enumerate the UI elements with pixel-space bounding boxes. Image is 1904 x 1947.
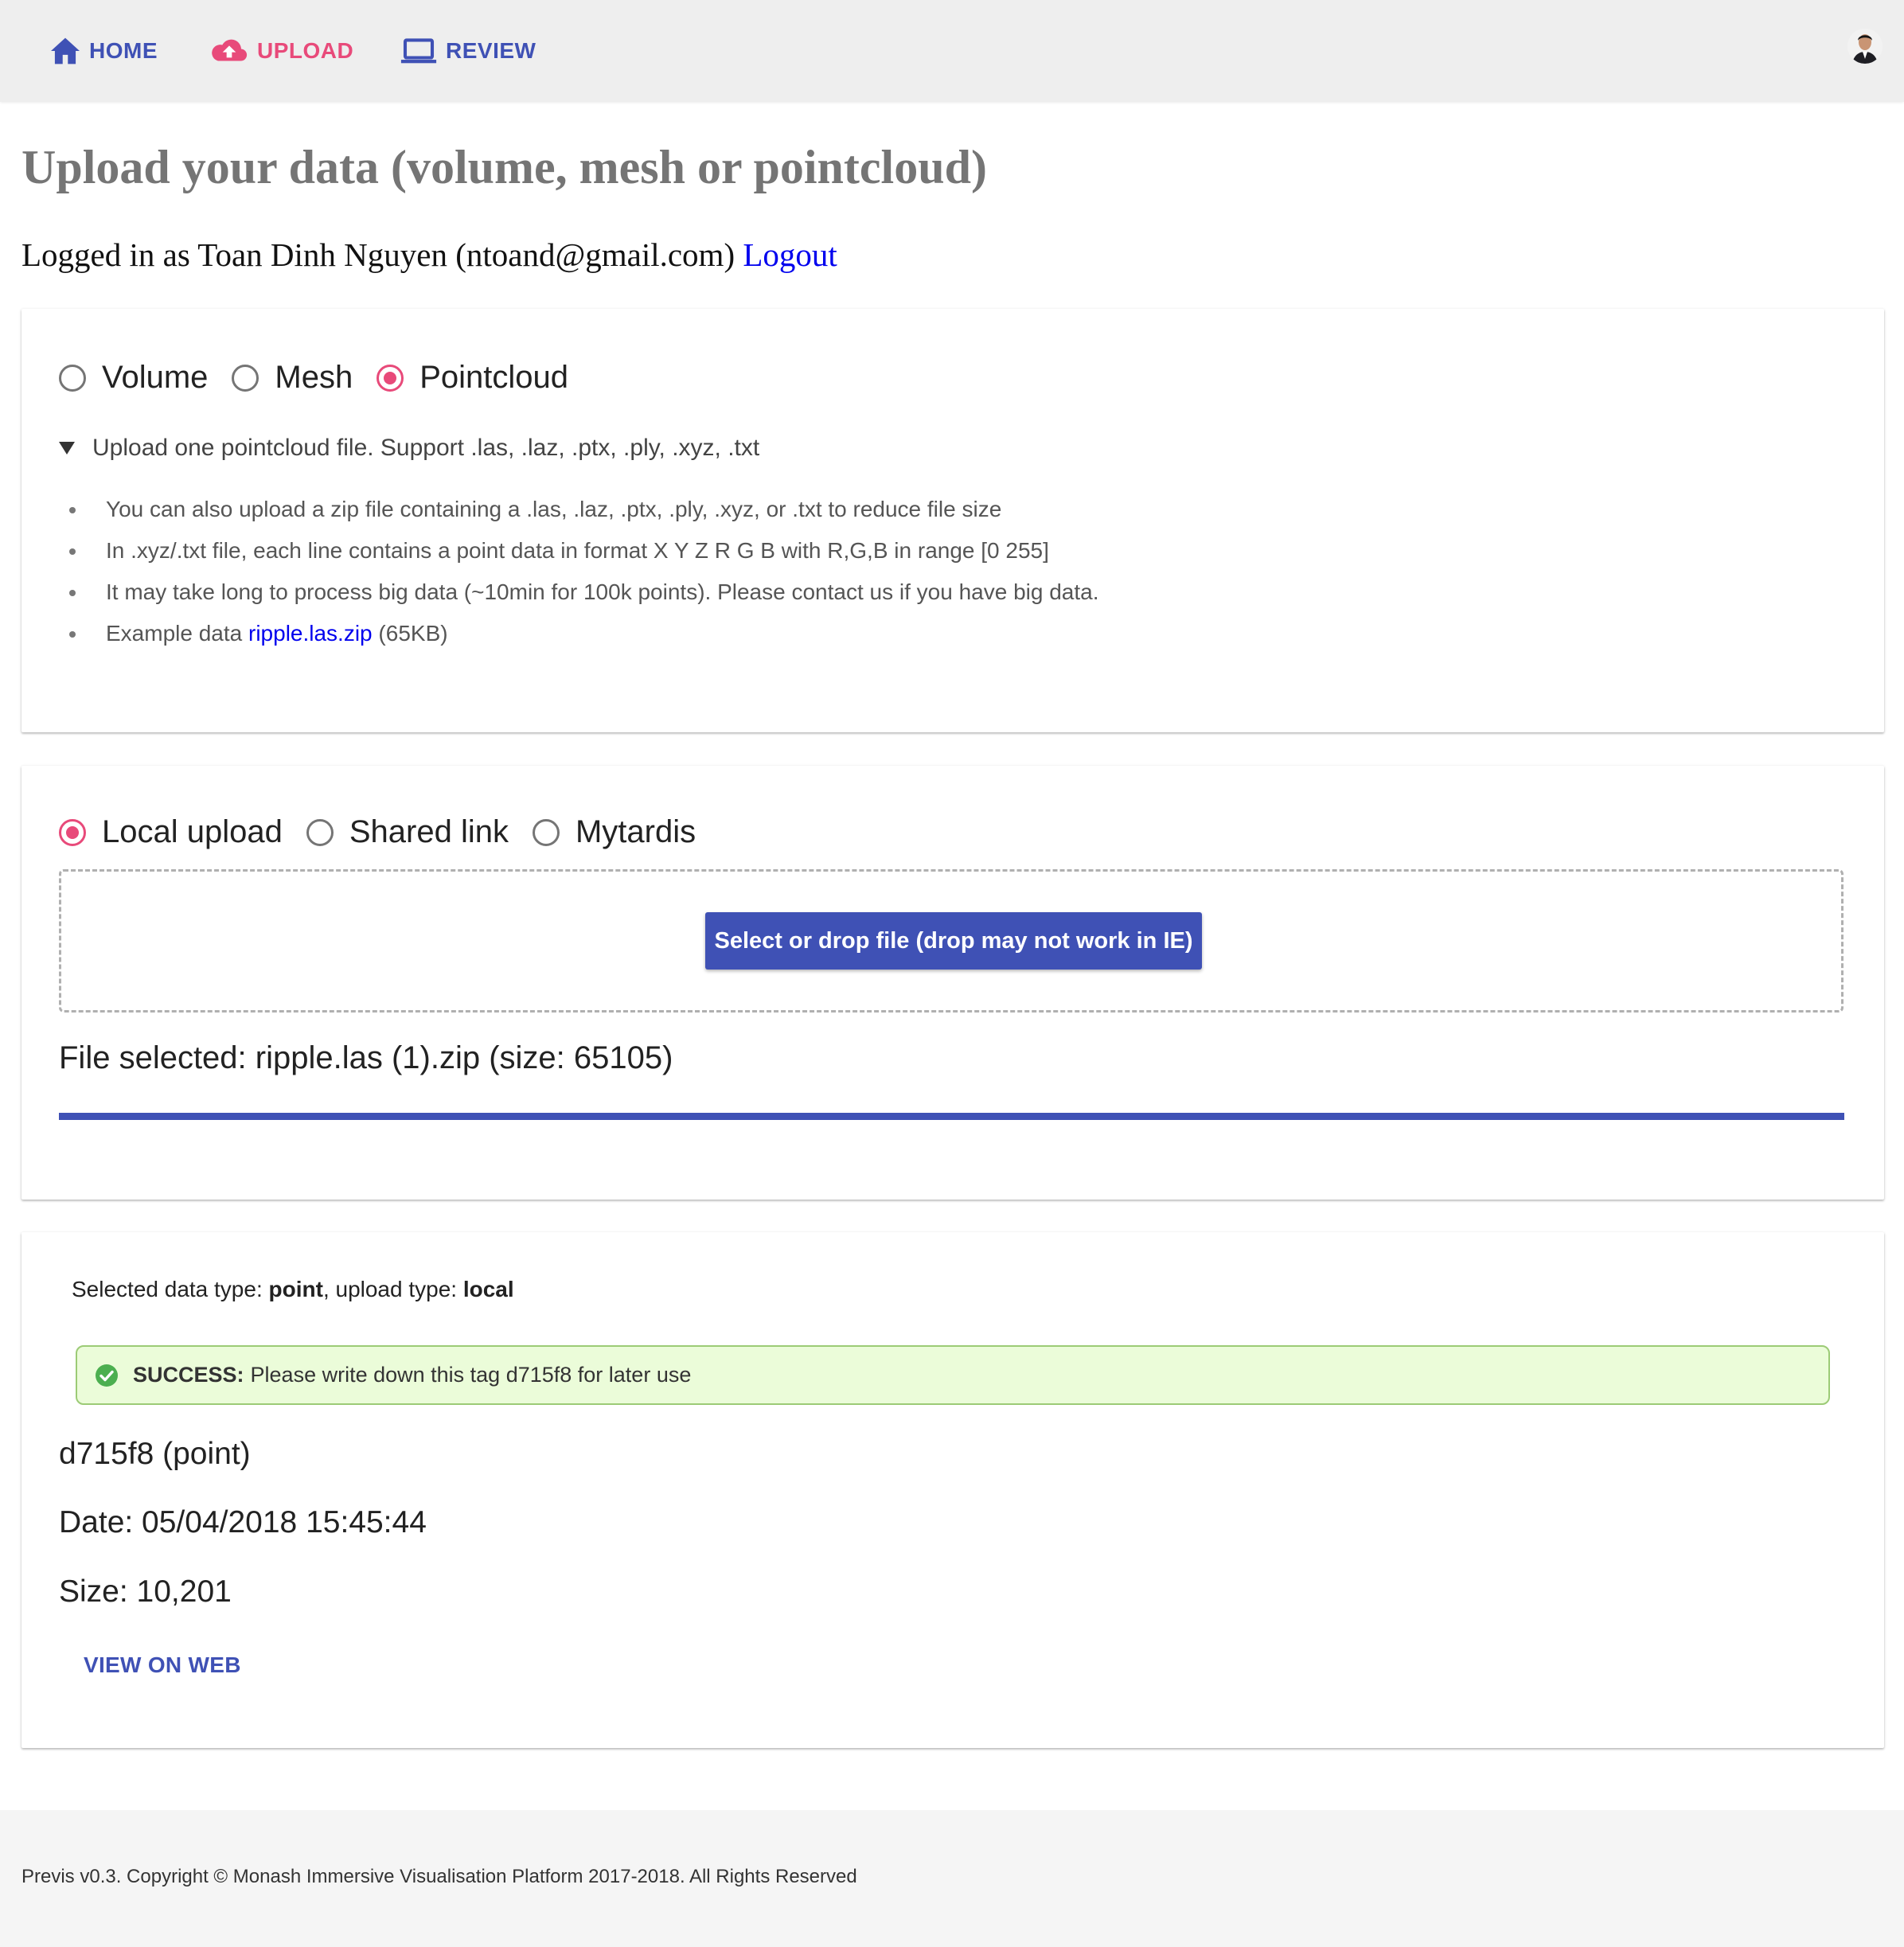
radio-mesh-circle[interactable] — [232, 364, 259, 392]
home-icon — [51, 37, 80, 64]
user-photo-icon — [1847, 29, 1883, 64]
success-alert: SUCCESS: Please write down this tag d715f… — [76, 1345, 1830, 1405]
footer-copyright: Previs v0.3. Copyright © Monash Immersiv… — [21, 1866, 857, 1887]
footer: Previs v0.3. Copyright © Monash Immersiv… — [0, 1810, 1904, 1947]
upload-progress-fill — [59, 1113, 1844, 1120]
result-size: Size: 10,201 — [59, 1574, 232, 1609]
selection-type-prefix: Selected data type: — [72, 1277, 263, 1301]
radio-volume[interactable]: Volume — [59, 360, 208, 396]
success-label: SUCCESS: — [133, 1363, 244, 1387]
laptop-icon — [400, 38, 437, 64]
select-file-button[interactable]: Select or drop file (drop may not work i… — [705, 912, 1202, 970]
upload-progress-bar — [59, 1113, 1844, 1120]
triangle-down-icon — [59, 442, 75, 455]
upload-info-toggle[interactable]: Upload one pointcloud file. Support .las… — [59, 435, 759, 462]
radio-mesh-label: Mesh — [275, 360, 353, 395]
radio-volume-label: Volume — [102, 360, 209, 395]
view-on-web-button[interactable]: VIEW ON WEB — [84, 1652, 241, 1678]
example-prefix: Example data — [106, 621, 243, 646]
result-card: Selected data type: point, upload type: … — [21, 1232, 1884, 1748]
upload-type-radio-group: Local upload Shared link Mytardis — [59, 814, 720, 850]
radio-pointcloud[interactable]: Pointcloud — [377, 360, 568, 396]
list-item: In .xyz/.txt file, each line contains a … — [69, 530, 1099, 572]
nav-review-label: REVIEW — [446, 38, 536, 63]
avatar[interactable] — [1847, 29, 1883, 64]
example-size: (65KB) — [378, 621, 448, 646]
radio-mytardis-label: Mytardis — [575, 814, 696, 849]
cloud-upload-icon — [212, 39, 248, 61]
result-date: Date: 05/04/2018 15:45:44 — [59, 1505, 427, 1539]
upload-info-summary: Upload one pointcloud file. Support .las… — [92, 435, 760, 461]
radio-shared-link[interactable]: Shared link — [306, 814, 509, 850]
data-type-radio-group: Volume Mesh Pointcloud — [59, 360, 592, 396]
top-navbar: HOME UPLOAD REVIEW — [0, 0, 1904, 102]
data-type-card: Volume Mesh Pointcloud Upload one pointc… — [21, 309, 1884, 732]
example-data-link[interactable]: ripple.las.zip — [248, 621, 373, 646]
radio-pointcloud-label: Pointcloud — [419, 360, 569, 395]
radio-local-upload-label: Local upload — [102, 814, 283, 849]
radio-mesh[interactable]: Mesh — [232, 360, 353, 396]
file-selected-text: File selected: ripple.las (1).zip (size:… — [59, 1040, 673, 1075]
logout-link[interactable]: Logout — [743, 236, 837, 273]
radio-pointcloud-circle[interactable] — [377, 364, 404, 392]
radio-mytardis[interactable]: Mytardis — [532, 814, 696, 850]
result-tag: d715f8 (point) — [59, 1437, 251, 1471]
radio-mytardis-circle[interactable] — [532, 818, 560, 846]
selection-upload-prefix: , upload type: — [322, 1277, 458, 1301]
upload-info-list: You can also upload a zip file containin… — [69, 489, 1099, 654]
nav-review-link[interactable]: REVIEW — [400, 33, 536, 68]
login-status: Logged in as Toan Dinh Nguyen (ntoand@gm… — [21, 236, 837, 274]
list-item: It may take long to process big data (~1… — [69, 572, 1099, 613]
nav-upload-label: UPLOAD — [257, 38, 354, 63]
page-title: Upload your data (volume, mesh or pointc… — [21, 141, 987, 193]
check-circle-icon — [96, 1364, 118, 1387]
radio-volume-circle[interactable] — [59, 364, 86, 392]
radio-shared-link-label: Shared link — [349, 814, 509, 849]
radio-local-upload-circle[interactable] — [59, 818, 86, 846]
nav-home-link[interactable]: HOME — [49, 33, 158, 68]
radio-shared-link-circle[interactable] — [306, 818, 334, 846]
login-status-text: Logged in as Toan Dinh Nguyen (ntoand@gm… — [21, 236, 735, 273]
selection-summary: Selected data type: point, upload type: … — [72, 1277, 514, 1302]
list-item-example: Example data ripple.las.zip (65KB) — [69, 613, 1099, 654]
success-text: Please write down this tag d715f8 for la… — [250, 1363, 692, 1387]
upload-card: Local upload Shared link Mytardis Select… — [21, 766, 1884, 1200]
selection-data-type: point — [268, 1277, 323, 1301]
radio-local-upload[interactable]: Local upload — [59, 814, 283, 850]
nav-upload-link[interactable]: UPLOAD — [209, 33, 353, 68]
nav-home-label: HOME — [89, 38, 158, 63]
success-message: SUCCESS: Please write down this tag d715f… — [133, 1363, 691, 1387]
list-item: You can also upload a zip file containin… — [69, 489, 1099, 530]
selection-upload-type: local — [462, 1277, 514, 1301]
